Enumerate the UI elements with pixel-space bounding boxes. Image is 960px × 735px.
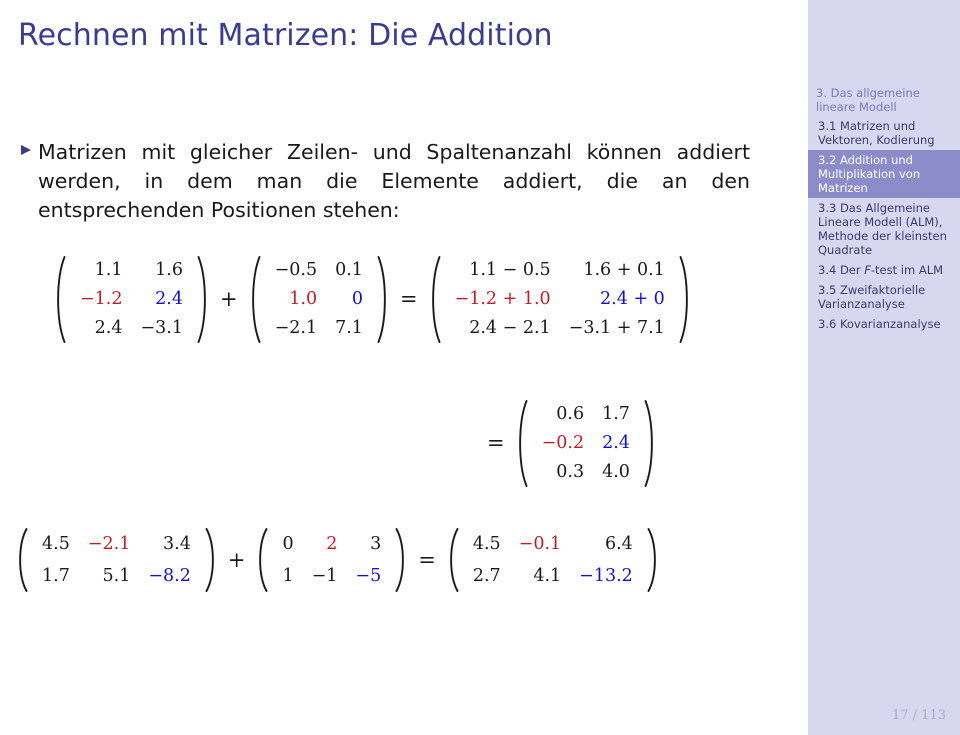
matrix-cell: 1.0 xyxy=(289,289,318,309)
matrix-cell: 0.3 xyxy=(556,462,585,482)
equation-1: 1.1 1.6 −1.2 2.4 2.4 −3.1 + −0.5 0.1 1.0 0 −2.1 7.1 =… xyxy=(52,256,693,343)
equation-3: 4.5 −2.1 3.4 1.7 5.1 −8.2 +0 2 3 1 −1 −5 = 4.5 −0.1 6.4… xyxy=(14,528,661,592)
matrix-cell: 4.5 xyxy=(42,533,70,554)
matrix-5: 1.1 − 0.5 1.6 + 0.1 −1.2 + 1.0 2.4 + 0 2.4 −… xyxy=(427,256,693,343)
matrix-1: 1.1 1.6 −1.2 2.4 2.4 −3.1 xyxy=(52,256,211,343)
matrix-cell: 0 xyxy=(282,533,294,554)
matrix-cell: −1.2 xyxy=(80,289,123,309)
right-paren xyxy=(394,528,409,592)
matrix-cell: −5 xyxy=(355,565,382,586)
right-paren xyxy=(204,528,219,592)
matrix-cell: 0.1 xyxy=(335,260,363,280)
matrix-cells: 4.5 −0.1 6.4 2.7 4.1 −13.2 xyxy=(460,528,646,592)
matrix-cell: 5.1 xyxy=(102,565,131,586)
matrix-cell: 6.4 xyxy=(604,533,633,554)
matrix-cell: 0.6 xyxy=(556,404,585,424)
triangle-right-bullet-icon xyxy=(20,138,38,156)
right-paren xyxy=(196,256,211,343)
left-paren xyxy=(427,256,442,343)
left-paren xyxy=(14,528,29,592)
matrix-cell: −0.1 xyxy=(518,533,562,554)
plus-operator: + xyxy=(227,547,246,572)
matrix-cell: 2.4 + 0 xyxy=(600,289,665,309)
navigation-sidebar: 3. Das allgemeine lineare Modell 3.1 Mat… xyxy=(808,0,960,735)
matrix-cells: 4.5 −2.1 3.4 1.7 5.1 −8.2 xyxy=(29,528,204,592)
matrix-cell: −13.2 xyxy=(579,565,633,586)
matrix-cell: 7.1 xyxy=(335,318,363,338)
matrix-cells: 1.1 1.6 −1.2 2.4 2.4 −3.1 xyxy=(67,256,196,343)
right-paren xyxy=(376,256,391,343)
matrix-5: 4.5 −0.1 6.4 2.7 4.1 −13.2 xyxy=(445,528,661,592)
matrix-cell: 1.6 + 0.1 xyxy=(583,260,665,280)
matrix-cell: 2.7 xyxy=(472,565,501,586)
matrix-cell: −2.1 xyxy=(87,533,131,554)
sidebar-item-italic-symbol: F xyxy=(864,263,871,277)
left-paren xyxy=(514,400,529,487)
matrix-cell: −1.2 + 1.0 xyxy=(454,289,551,309)
matrix-cell: 1.1 xyxy=(94,260,123,280)
matrix-cell: 3 xyxy=(370,533,382,554)
left-paren xyxy=(52,256,67,343)
matrix-cell: −0.5 xyxy=(274,260,318,280)
right-paren xyxy=(643,400,658,487)
matrix-cell: −3.1 xyxy=(140,318,184,338)
nav-item-list: 3.1 Matrizen und Vektoren, Kodierung 3.2 … xyxy=(808,116,960,334)
left-paren xyxy=(247,256,262,343)
sidebar-item-5[interactable]: 3.5 Zweifaktorielle Varianzanalyse xyxy=(808,280,960,314)
matrix-cell: 1.7 xyxy=(602,404,630,424)
left-paren xyxy=(445,528,460,592)
matrix-cell: 0 xyxy=(351,289,363,309)
matrix-cell: 2.4 xyxy=(94,318,123,338)
left-paren xyxy=(254,528,269,592)
matrix-cell: 2.4 − 2.1 xyxy=(469,318,551,338)
matrix-cell: −3.1 + 7.1 xyxy=(568,318,665,338)
matrix-cells: 1.1 − 0.5 1.6 + 0.1 −1.2 + 1.0 2.4 + 0 2.4 −… xyxy=(442,256,678,343)
matrix-cell: 2.4 xyxy=(602,433,630,453)
sidebar-item-3[interactable]: 3.3 Das Allgemeine Lineare Modell (ALM),… xyxy=(808,198,960,260)
right-paren xyxy=(678,256,693,343)
right-paren xyxy=(646,528,661,592)
nav-section-header: 3. Das allgemeine lineare Modell xyxy=(816,86,920,114)
matrix-cell: 4.0 xyxy=(602,462,630,482)
matrix-cell: 2.4 xyxy=(155,289,183,309)
sidebar-item-1[interactable]: 3.1 Matrizen und Vektoren, Kodierung xyxy=(808,116,960,150)
matrix-cell: 1.7 xyxy=(42,565,70,586)
bullet-text: Matrizen mit gleicher Zeilen- und Spalte… xyxy=(38,140,750,222)
page-number: 17 / 113 xyxy=(892,708,946,723)
equals-operator: = xyxy=(418,547,436,572)
matrix-cell: −2.1 xyxy=(274,318,318,338)
matrix-cell: −8.2 xyxy=(148,565,191,586)
matrix-1: 4.5 −2.1 3.4 1.7 5.1 −8.2 xyxy=(14,528,219,592)
slide-body: Rechnen mit Matrizen: Die Addition Matri… xyxy=(0,0,808,735)
matrix-cells: 0 2 3 1 −1 −5 xyxy=(269,528,394,592)
matrix-cell: 4.1 xyxy=(533,565,562,586)
matrix-cell: 2 xyxy=(326,533,338,554)
matrix-cell: 3.4 xyxy=(163,533,191,554)
page-title: Rechnen mit Matrizen: Die Addition xyxy=(18,18,553,53)
matrix-cell: −1 xyxy=(311,565,338,586)
matrix-3: −0.5 0.1 1.0 0 −2.1 7.1 xyxy=(247,256,391,343)
matrix-cell: 1.1 − 0.5 xyxy=(469,260,551,280)
matrix-cells: −0.5 0.1 1.0 0 −2.1 7.1 xyxy=(262,256,376,343)
plus-operator: + xyxy=(220,287,238,311)
matrix-3: 0 2 3 1 −1 −5 xyxy=(254,528,409,592)
matrix-cell: 1 xyxy=(282,565,294,586)
bullet-item: Matrizen mit gleicher Zeilen- und Spalte… xyxy=(20,138,750,225)
sidebar-item-6[interactable]: 3.6 Kovarianzanalyse xyxy=(808,314,960,334)
matrix-cell: 1.6 xyxy=(155,260,183,280)
equals-operator: = xyxy=(399,287,418,311)
matrix-2: 0.6 1.7 −0.2 2.4 0.3 4.0 xyxy=(514,400,658,487)
matrix-cells: 0.6 1.7 −0.2 2.4 0.3 4.0 xyxy=(529,400,643,487)
matrix-cell: 4.5 xyxy=(472,533,501,554)
equals-operator: = xyxy=(487,431,505,455)
sidebar-item-2[interactable]: 3.2 Addition und Multiplikation von Matr… xyxy=(808,150,960,198)
sidebar-item-4[interactable]: 3.4 Der F-test im ALM xyxy=(808,260,960,280)
matrix-cell: −0.2 xyxy=(541,433,585,453)
equation-2: = 0.6 1.7 −0.2 2.4 0.3 4.0 xyxy=(478,400,658,487)
